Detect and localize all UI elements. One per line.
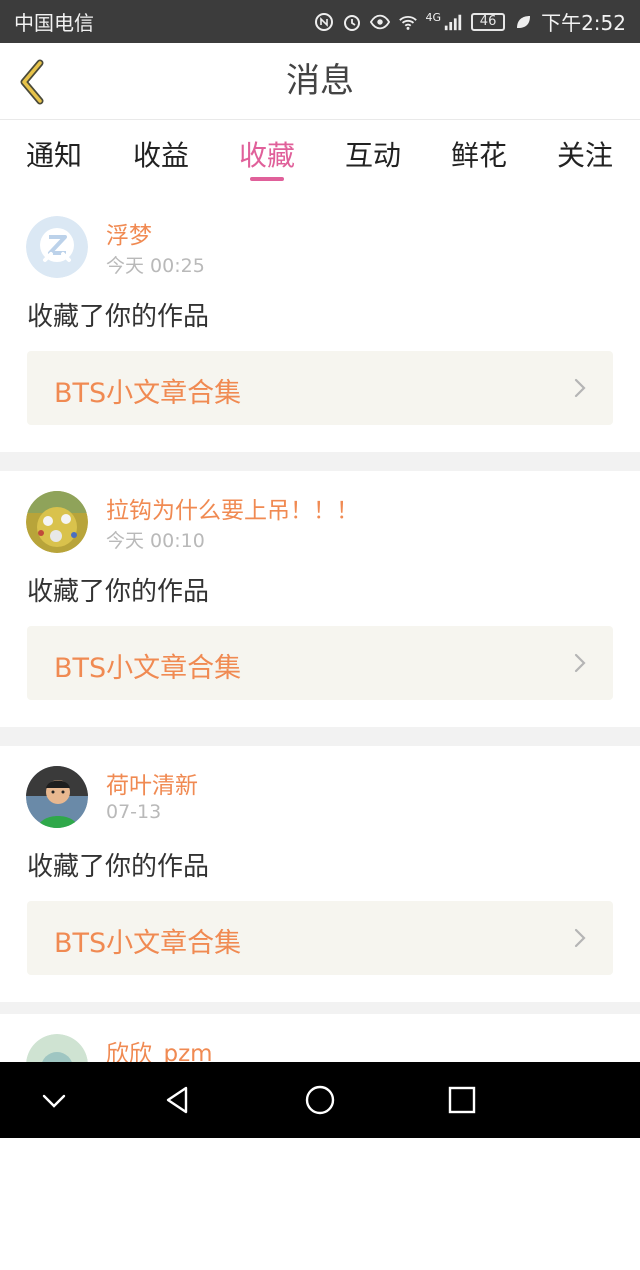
data-saver-icon — [314, 12, 334, 32]
chevron-right-icon — [574, 653, 586, 673]
battery-indicator: 46 — [471, 12, 506, 31]
message-card: 浮梦 今天 00:25 收藏了你的作品 BTS小文章合集 — [0, 196, 640, 452]
header: 消息 — [0, 43, 640, 120]
chevron-right-icon — [574, 378, 586, 398]
chevron-down-icon[interactable] — [38, 1084, 70, 1116]
work-title: BTS小文章合集 — [54, 653, 242, 684]
message-card: 欣欣_pzm — [0, 1014, 640, 1270]
work-link[interactable]: BTS小文章合集 — [27, 351, 613, 425]
system-nav-bar — [0, 1062, 640, 1138]
timestamp: 今天 00:10 — [106, 530, 205, 552]
status-bar: 中国电信 4G 46 下午2:52 — [0, 0, 640, 43]
action-text: 收藏了你的作品 — [27, 302, 210, 332]
work-title: BTS小文章合集 — [54, 378, 242, 409]
action-text: 收藏了你的作品 — [27, 577, 210, 607]
username[interactable]: 浮梦 — [106, 216, 152, 250]
eye-icon — [369, 12, 390, 32]
active-tab-indicator — [250, 177, 284, 181]
avatar[interactable] — [26, 766, 88, 828]
username[interactable]: 拉钩为什么要上吊！！！ — [106, 491, 359, 525]
action-text: 收藏了你的作品 — [27, 852, 210, 882]
work-link[interactable]: BTS小文章合集 — [27, 901, 613, 975]
network-type: 4G — [425, 11, 442, 24]
alarm-icon — [342, 12, 362, 32]
tab-flowers[interactable]: 鲜花 — [439, 134, 519, 174]
username[interactable]: 荷叶清新 — [106, 766, 198, 800]
tab-bar: 通知 收益 收藏 互动 鲜花 关注 — [0, 120, 640, 198]
timestamp: 07-13 — [106, 801, 162, 823]
tab-following[interactable]: 关注 — [545, 134, 625, 174]
recents-square-icon[interactable] — [446, 1084, 478, 1116]
timestamp: 今天 00:25 — [106, 255, 205, 277]
avatar[interactable] — [26, 491, 88, 553]
signal-icon — [443, 12, 463, 32]
message-card: 荷叶清新 07-13 收藏了你的作品 BTS小文章合集 — [0, 746, 640, 1002]
status-icons: 4G 46 下午2:52 — [314, 7, 626, 36]
wifi-icon — [398, 12, 418, 32]
work-link[interactable]: BTS小文章合集 — [27, 626, 613, 700]
leaf-icon — [513, 12, 533, 32]
home-circle-icon[interactable] — [304, 1084, 336, 1116]
tab-interactions[interactable]: 互动 — [333, 134, 413, 174]
work-title: BTS小文章合集 — [54, 928, 242, 959]
tab-notifications[interactable]: 通知 — [14, 134, 94, 174]
chevron-right-icon — [574, 928, 586, 948]
clock: 下午2:52 — [541, 11, 626, 35]
page-title: 消息 — [286, 61, 354, 101]
message-card: 拉钩为什么要上吊！！！ 今天 00:10 收藏了你的作品 BTS小文章合集 — [0, 471, 640, 727]
carrier-label: 中国电信 — [14, 11, 94, 35]
tab-earnings[interactable]: 收益 — [121, 134, 201, 174]
avatar[interactable] — [26, 216, 88, 278]
back-triangle-icon[interactable] — [162, 1084, 194, 1116]
tab-favorites[interactable]: 收藏 — [227, 134, 307, 174]
